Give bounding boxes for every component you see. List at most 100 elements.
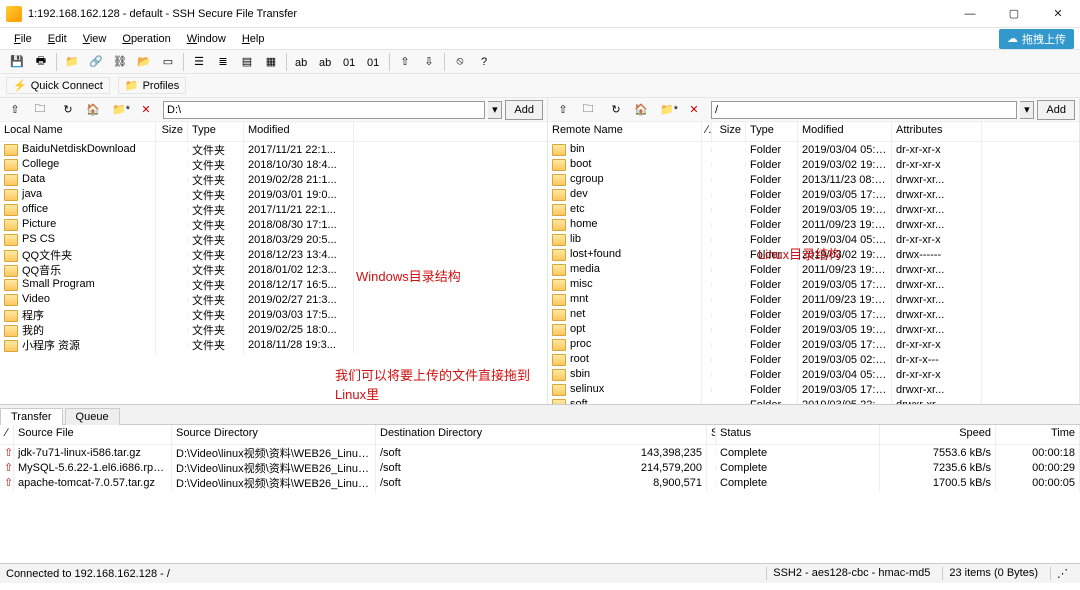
col-speed[interactable]: Speed	[880, 425, 996, 444]
col-local-mod[interactable]: Modified	[244, 122, 354, 141]
col-remote-size[interactable]: Size	[712, 122, 746, 141]
local-path-dropdown[interactable]: ▾	[488, 101, 502, 119]
back-icon[interactable]: 🗀	[29, 100, 51, 120]
list-item[interactable]: QQ音乐文件夹2018/01/02 12:3...	[0, 262, 547, 277]
up-icon[interactable]: ⇧	[4, 100, 26, 120]
local-file-list[interactable]: Windows目录结构 我们可以将要上传的文件直接拖到Linux里 BaiduN…	[0, 142, 547, 404]
details2-icon[interactable]: ▦	[260, 52, 282, 72]
transfer-row[interactable]: ⇧MySQL-5.6.22-1.el6.i686.rpm-b...D:\Vide…	[0, 460, 1080, 475]
refresh-icon[interactable]: ↻	[57, 100, 79, 120]
list-item[interactable]: rootFolder2019/03/05 02:1...dr-xr-x---	[548, 352, 1079, 367]
list-item[interactable]: java文件夹2019/03/01 19:0...	[0, 187, 547, 202]
list-item[interactable]: Picture文件夹2018/08/30 17:1...	[0, 217, 547, 232]
menu-help[interactable]: Help	[234, 31, 273, 47]
cloud-upload-button[interactable]: ☁ 拖拽上传	[999, 29, 1074, 49]
profiles-button[interactable]: 📁 Profiles	[118, 77, 186, 94]
terminal-icon[interactable]: ▭	[157, 52, 179, 72]
tree-icon[interactable]: ☰	[188, 52, 210, 72]
profiles-icon[interactable]: 📂	[133, 52, 155, 72]
col-dest[interactable]: Destination Directory	[376, 425, 707, 444]
list-item[interactable]: Data文件夹2019/02/28 21:1...	[0, 172, 547, 187]
minimize-button[interactable]: —	[948, 0, 992, 28]
list-item[interactable]: procFolder2019/03/05 17:1...dr-xr-xr-x	[548, 337, 1079, 352]
menu-window[interactable]: Window	[179, 31, 234, 47]
list-icon[interactable]: ≣	[212, 52, 234, 72]
list-item[interactable]: mediaFolder2011/09/23 19:4...drwxr-xr...	[548, 262, 1079, 277]
remote-add-button[interactable]: Add	[1037, 100, 1075, 120]
col-src[interactable]: Source File	[14, 425, 172, 444]
col-local-name[interactable]: Local Name	[0, 122, 156, 141]
home-icon[interactable]: 🏠	[630, 100, 652, 120]
list-item[interactable]: devFolder2019/03/05 17:1...drwxr-xr...	[548, 187, 1079, 202]
back-icon[interactable]: 🗀	[577, 100, 599, 120]
col-time[interactable]: Time	[996, 425, 1080, 444]
delete-icon[interactable]: ✕	[683, 100, 705, 120]
newfolder-icon[interactable]: 📁*	[110, 100, 132, 120]
stop-icon[interactable]: ⦸	[449, 52, 471, 72]
connect-icon[interactable]: 🔗	[85, 52, 107, 72]
folder-icon	[552, 279, 566, 291]
menu-view[interactable]: View	[75, 31, 115, 47]
transfer-list[interactable]: ⇧jdk-7u71-linux-i586.tar.gzD:\Video\linu…	[0, 445, 1080, 563]
list-item[interactable]: Small Program文件夹2018/12/17 16:5...	[0, 277, 547, 292]
list-item[interactable]: binFolder2019/03/04 05:3...dr-xr-xr-x	[548, 142, 1079, 157]
tab-queue[interactable]: Queue	[65, 408, 120, 425]
list-item[interactable]: bootFolder2019/03/02 19:3...dr-xr-xr-x	[548, 157, 1079, 172]
remote-path-dropdown[interactable]: ▾	[1020, 101, 1034, 119]
menu-file[interactable]: File	[6, 31, 40, 47]
menu-operation[interactable]: Operation	[114, 31, 178, 47]
refresh-icon[interactable]: ↻	[605, 100, 627, 120]
list-item[interactable]: sbinFolder2019/03/04 05:3...dr-xr-xr-x	[548, 367, 1079, 382]
sort-desc-icon[interactable]: ab⇣	[315, 52, 337, 72]
list-item[interactable]: optFolder2019/03/05 19:4...drwxr-xr...	[548, 322, 1079, 337]
local-add-button[interactable]: Add	[505, 100, 543, 120]
col-remote-type[interactable]: Type	[746, 122, 798, 141]
col-remote-mod[interactable]: Modified	[798, 122, 892, 141]
download-icon[interactable]: ⇩	[418, 52, 440, 72]
save-icon[interactable]: 💾	[6, 52, 28, 72]
menu-edit[interactable]: Edit	[40, 31, 75, 47]
list-item[interactable]: mntFolder2011/09/23 19:4...drwxr-xr...	[548, 292, 1079, 307]
list-item[interactable]: cgroupFolder2013/11/23 08:5...drwxr-xr..…	[548, 172, 1079, 187]
newfolder-icon[interactable]: 📁*	[658, 100, 680, 120]
sort-ext-icon[interactable]: 01⇡	[339, 52, 361, 72]
col-size[interactable]: Size	[707, 425, 716, 444]
upload-icon[interactable]: ⇧	[394, 52, 416, 72]
list-item[interactable]: softFolder2019/03/05 22:1...drwxr-xr...	[548, 397, 1079, 404]
local-path-input[interactable]	[163, 101, 485, 119]
print-icon[interactable]: 🖶	[30, 52, 52, 72]
col-local-size[interactable]: Size	[156, 122, 188, 141]
list-item[interactable]: 小程序 资源文件夹2018/11/28 19:3...	[0, 337, 547, 352]
help-icon[interactable]: ?	[473, 52, 495, 72]
list-item[interactable]: College文件夹2018/10/30 18:4...	[0, 157, 547, 172]
delete-icon[interactable]: ✕	[135, 100, 157, 120]
list-item[interactable]: miscFolder2019/03/05 17:1...drwxr-xr...	[548, 277, 1079, 292]
list-item[interactable]: selinuxFolder2019/03/05 17:3...drwxr-xr.…	[548, 382, 1079, 397]
tab-transfer[interactable]: Transfer	[0, 408, 63, 425]
remote-file-list[interactable]: Linux目录结构 binFolder2019/03/04 05:3...dr-…	[548, 142, 1079, 404]
list-item[interactable]: BaiduNetdiskDownload文件夹2017/11/21 22:1..…	[0, 142, 547, 157]
remote-path-input[interactable]	[711, 101, 1017, 119]
col-remote-attr[interactable]: Attributes	[892, 122, 982, 141]
col-remote-name[interactable]: Remote Name	[548, 122, 702, 141]
sort-asc-icon[interactable]: ab⇡	[291, 52, 313, 72]
quick-connect-button[interactable]: ⚡ Quick Connect	[6, 77, 110, 94]
close-button[interactable]: ✕	[1036, 0, 1080, 28]
transfer-row[interactable]: ⇧apache-tomcat-7.0.57.tar.gzD:\Video\lin…	[0, 475, 1080, 490]
col-status[interactable]: Status	[716, 425, 880, 444]
maximize-button[interactable]: ▢	[992, 0, 1036, 28]
list-item[interactable]: etcFolder2019/03/05 19:4...drwxr-xr...	[548, 202, 1079, 217]
list-item[interactable]: office文件夹2017/11/21 22:1...	[0, 202, 547, 217]
details-icon[interactable]: ▤	[236, 52, 258, 72]
disconnect-icon[interactable]: ⛓	[109, 52, 131, 72]
up-icon[interactable]: ⇧	[552, 100, 574, 120]
list-item[interactable]: netFolder2019/03/05 17:1...drwxr-xr...	[548, 307, 1079, 322]
transfer-row[interactable]: ⇧jdk-7u71-linux-i586.tar.gzD:\Video\linu…	[0, 445, 1080, 460]
sort-date-icon[interactable]: 01⇣	[363, 52, 385, 72]
folder-icon[interactable]: 📁	[61, 52, 83, 72]
col-local-type[interactable]: Type	[188, 122, 244, 141]
col-dir[interactable]: Source Directory	[172, 425, 376, 444]
col-dir-icon[interactable]: ∕	[0, 425, 14, 444]
list-item[interactable]: homeFolder2011/09/23 19:4...drwxr-xr...	[548, 217, 1079, 232]
home-icon[interactable]: 🏠	[82, 100, 104, 120]
